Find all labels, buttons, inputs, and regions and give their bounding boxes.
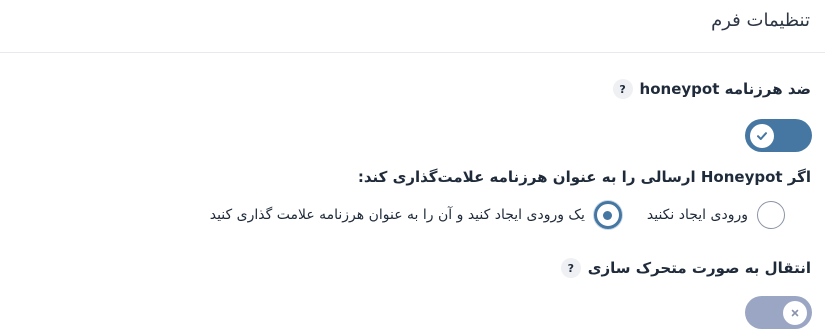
page-header: تنظیمات فرم (0, 0, 825, 53)
page-title: تنظیمات فرم (711, 10, 810, 31)
animation-label: انتقال به صورت متحرک سازی (587, 259, 811, 277)
radio-mark-spam[interactable] (593, 201, 622, 229)
honeypot-setting-row: ضد هرزنامه honeypot ? (612, 79, 811, 99)
animation-help-icon[interactable]: ? (560, 258, 581, 278)
honeypot-help-icon[interactable]: ? (612, 79, 633, 99)
honeypot-question: اگر Honeypot ارسالی را به عنوان هرزنامه … (357, 168, 811, 186)
honeypot-label: ضد هرزنامه honeypot (639, 80, 811, 98)
radio-label-mark-spam: یک ورودی ایجاد کنید و آن را به عنوان هرز… (209, 207, 585, 223)
honeypot-question-row: اگر Honeypot ارسالی را به عنوان هرزنامه … (358, 168, 811, 186)
radio-option-no-entry[interactable]: ورودی ایجاد نکنید (647, 201, 785, 229)
radio-no-entry[interactable] (757, 201, 785, 229)
animation-toggle[interactable] (745, 296, 812, 329)
honeypot-toggle[interactable] (745, 119, 812, 152)
close-icon (783, 301, 807, 325)
honeypot-radio-group: ورودی ایجاد نکنید یک ورودی ایجاد کنید و … (210, 201, 785, 229)
check-icon (750, 124, 774, 148)
animation-setting-row: انتقال به صورت متحرک سازی ? (560, 258, 811, 278)
radio-option-mark-spam[interactable]: یک ورودی ایجاد کنید و آن را به عنوان هرز… (210, 201, 622, 229)
radio-label-no-entry: ورودی ایجاد نکنید (646, 207, 748, 223)
